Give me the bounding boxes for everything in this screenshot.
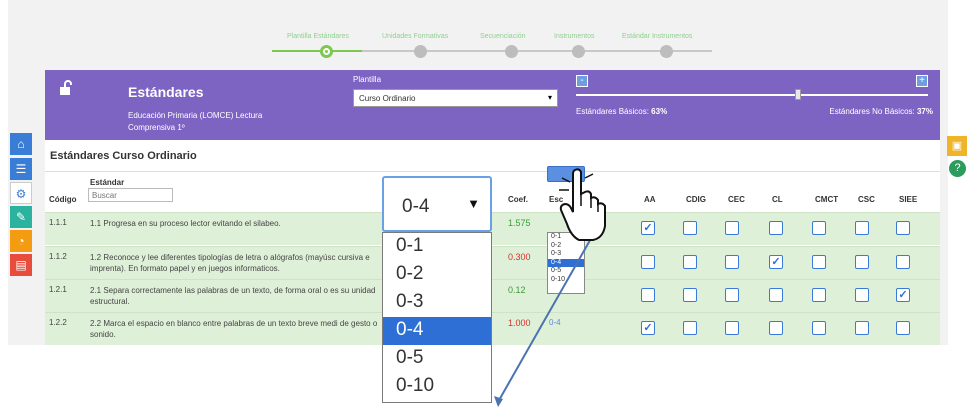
callout-arrow-head	[494, 396, 503, 407]
app-frame: Plantilla Estándares Unidades Formativas…	[0, 0, 973, 407]
hand-pointer-icon	[559, 168, 606, 241]
callout-arrow	[497, 234, 594, 403]
callout-overlay	[494, 168, 606, 407]
